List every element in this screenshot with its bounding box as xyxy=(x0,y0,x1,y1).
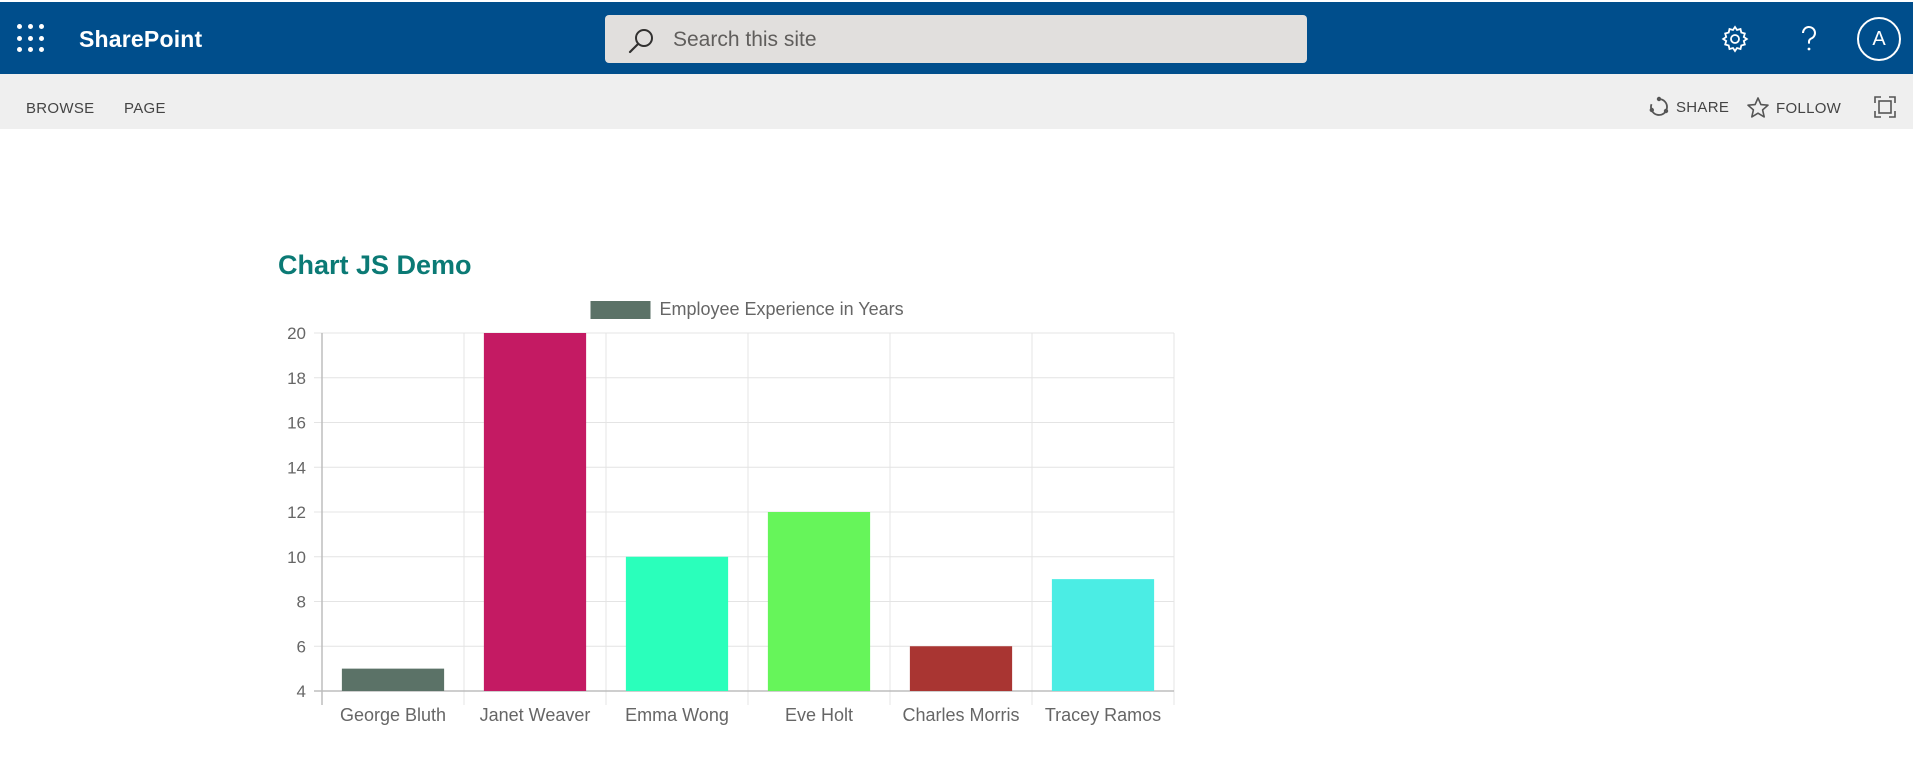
y-tick-label: 16 xyxy=(287,414,306,433)
settings-gear-icon[interactable] xyxy=(1718,22,1752,56)
search-box[interactable] xyxy=(605,15,1307,63)
bar xyxy=(1051,579,1155,691)
app-name[interactable]: SharePoint xyxy=(79,26,202,53)
search-icon xyxy=(628,29,653,54)
search-input[interactable] xyxy=(671,23,1275,57)
legend-label: Employee Experience in Years xyxy=(660,299,904,319)
y-tick-label: 6 xyxy=(297,637,306,656)
x-tick-label: Janet Weaver xyxy=(480,705,591,725)
help-icon[interactable] xyxy=(1792,22,1826,56)
bar xyxy=(909,646,1013,691)
bar-chart: Employee Experience in Years 20 18 16 14 12 10… xyxy=(287,299,1175,725)
x-tick-label: Emma Wong xyxy=(625,705,729,725)
focus-mode-icon[interactable] xyxy=(1873,95,1897,119)
share-button[interactable]: SHARE xyxy=(1648,96,1729,118)
share-icon xyxy=(1649,96,1669,116)
bar xyxy=(341,668,445,691)
y-tick-label: 14 xyxy=(287,458,306,477)
x-tick-label: George Bluth xyxy=(340,705,446,725)
x-tick-label: Tracey Ramos xyxy=(1045,705,1161,725)
avatar[interactable]: A xyxy=(1857,17,1901,61)
y-tick-label: 12 xyxy=(287,503,306,522)
x-tick-label: Charles Morris xyxy=(902,705,1019,725)
follow-label: FOLLOW xyxy=(1776,99,1842,117)
share-label: SHARE xyxy=(1676,98,1730,116)
star-icon xyxy=(1747,97,1769,118)
y-tick-label: 8 xyxy=(297,593,306,612)
ribbon-bar: BROWSE PAGE SHARE FOLLOW xyxy=(0,74,1913,129)
bar xyxy=(625,556,729,691)
follow-button[interactable]: FOLLOW xyxy=(1746,96,1841,120)
tab-page[interactable]: PAGE xyxy=(124,100,166,117)
bar xyxy=(767,512,871,691)
tab-browse[interactable]: BROWSE xyxy=(26,100,94,117)
y-tick-label: 18 xyxy=(287,369,306,388)
page-title: Chart JS Demo xyxy=(278,250,472,280)
x-tick-label: Eve Holt xyxy=(785,705,853,725)
bar xyxy=(483,333,587,691)
suite-bar: SharePoint A xyxy=(0,2,1913,74)
y-tick-label: 20 xyxy=(287,324,306,343)
waffle-icon[interactable] xyxy=(17,24,47,54)
legend-swatch xyxy=(590,301,651,319)
y-tick-label: 4 xyxy=(297,682,306,701)
y-tick-label: 10 xyxy=(287,548,306,567)
